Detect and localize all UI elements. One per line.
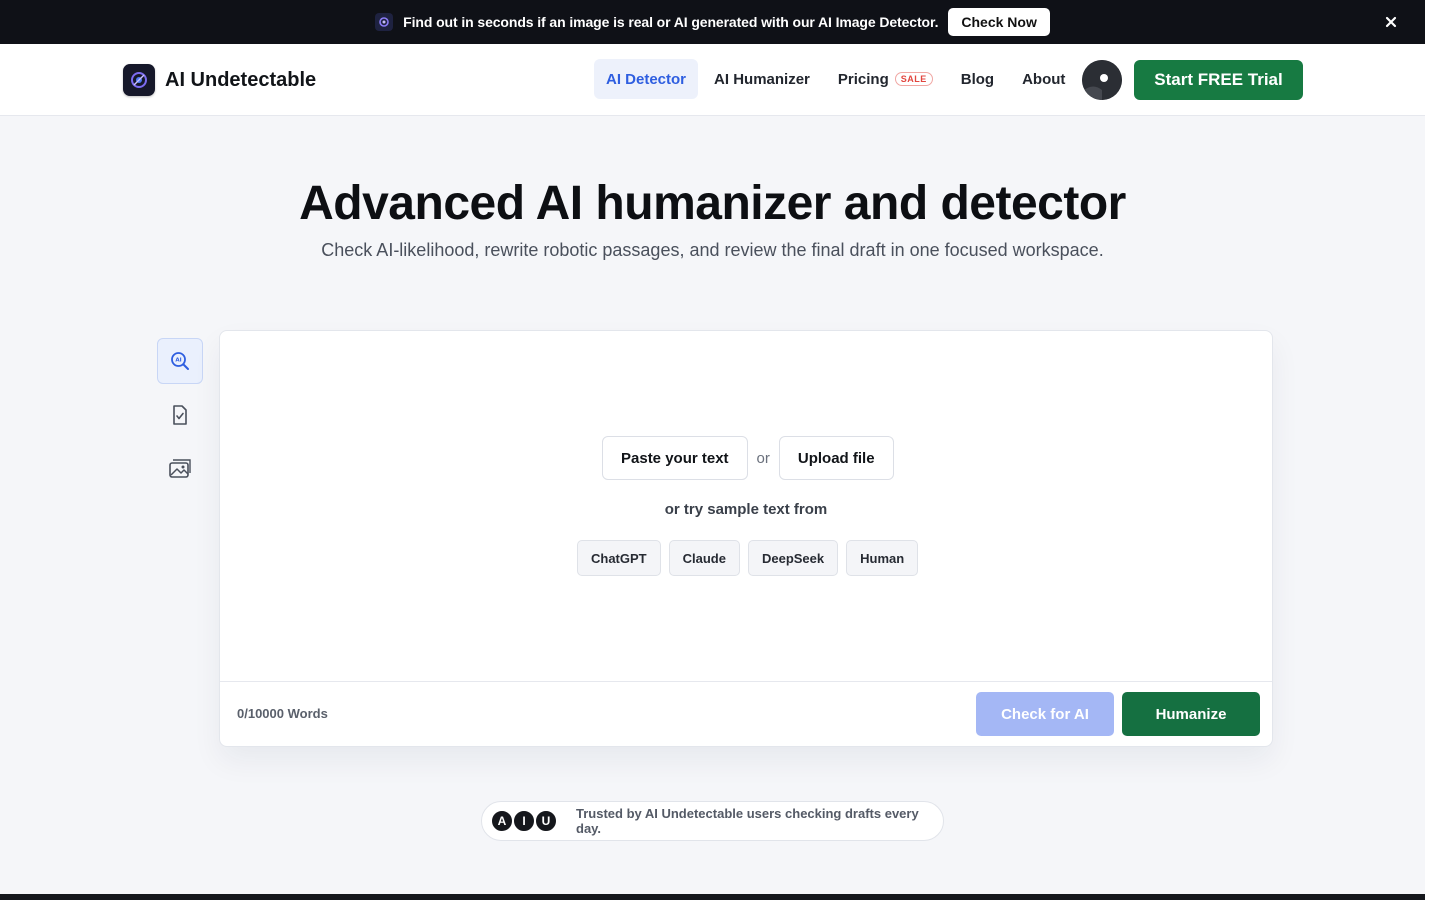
avatar: I: [512, 809, 536, 833]
brand-name: AI Undetectable: [165, 68, 317, 91]
nav-label: About: [1022, 70, 1066, 88]
check-for-ai-button[interactable]: Check for AI: [976, 692, 1114, 736]
footer-edge: [0, 894, 1425, 900]
upload-file-button[interactable]: Upload file: [778, 436, 894, 480]
input-options: Paste your text or Upload file: [602, 436, 894, 480]
banner-text: Find out in seconds if an image is real …: [403, 14, 939, 30]
nav-label: AI Humanizer: [714, 70, 810, 88]
nav-label: Blog: [960, 70, 995, 88]
image-detector-icon: [375, 13, 394, 31]
sample-chips: ChatGPT Claude DeepSeek Human: [577, 540, 926, 576]
check-now-button[interactable]: Check Now: [948, 8, 1050, 36]
scrollbar-gutter[interactable]: [1425, 0, 1440, 900]
start-free-trial-button[interactable]: Start FREE Trial: [1134, 60, 1303, 100]
nav-blog[interactable]: Blog: [949, 59, 1006, 99]
brand-logo[interactable]: AI Undetectable: [123, 64, 316, 96]
nav-label: Pricing: [837, 70, 889, 88]
nav-pricing[interactable]: Pricing SALE: [826, 59, 945, 99]
document-check-icon: [173, 405, 187, 425]
trust-text: Trusted by AI Undetectable users checkin…: [576, 806, 919, 836]
logo-icon: [123, 64, 155, 96]
page-subtitle: Check AI-likelihood, rewrite robotic pas…: [321, 240, 1104, 260]
sale-badge: SALE: [894, 72, 933, 86]
site-header: AI Undetectable AI Detector AI Humanizer…: [0, 44, 1425, 116]
workspace-footer: 0/10000 Words Check for AI Humanize: [220, 681, 1272, 747]
nav-ai-detector[interactable]: AI Detector: [594, 59, 699, 99]
nav-label: AI Detector: [606, 70, 687, 88]
main-nav: AI Detector AI Humanizer Pricing SALE Bl…: [594, 59, 1081, 99]
svg-text:AI: AI: [175, 358, 181, 364]
nav-ai-humanizer[interactable]: AI Humanizer: [702, 59, 822, 99]
text-workspace[interactable]: Paste your text or Upload file or try sa…: [219, 330, 1273, 747]
sample-deepseek-button[interactable]: DeepSeek: [747, 540, 839, 576]
tool-image-detector[interactable]: [157, 446, 203, 492]
avatar: A: [490, 809, 514, 833]
nav-about[interactable]: About: [1010, 59, 1077, 99]
sample-claude-button[interactable]: Claude: [668, 540, 740, 576]
sample-text-label: or try sample text from: [664, 501, 828, 518]
user-icon: [1082, 60, 1122, 100]
avatar: U: [534, 809, 558, 833]
user-avatar[interactable]: [1082, 60, 1122, 100]
sample-chatgpt-button[interactable]: ChatGPT: [577, 540, 661, 576]
ai-search-icon: AI: [171, 352, 189, 370]
word-count: 0/10000 Words: [237, 706, 328, 721]
image-gallery-icon: [169, 459, 191, 478]
announcement-banner: Find out in seconds if an image is real …: [0, 0, 1425, 44]
paste-text-button[interactable]: Paste your text: [602, 436, 748, 480]
or-separator: or: [756, 449, 770, 467]
tool-ai-detector[interactable]: AI: [157, 338, 203, 384]
page-title: Advanced AI humanizer and detector: [299, 177, 1126, 230]
trust-avatars: A I U: [490, 809, 558, 833]
sample-human-button[interactable]: Human: [846, 540, 919, 576]
tool-document-check[interactable]: [157, 392, 203, 438]
close-icon[interactable]: [1383, 14, 1399, 30]
humanize-button[interactable]: Humanize: [1122, 692, 1260, 736]
trust-badge: A I U Trusted by AI Undetectable users c…: [481, 801, 944, 841]
